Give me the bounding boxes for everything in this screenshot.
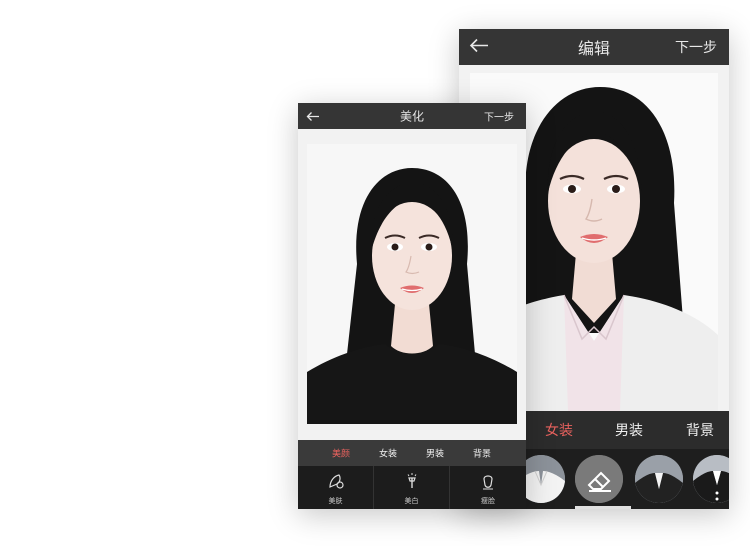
tool-whitening[interactable]: 美白 (374, 466, 450, 509)
beautify-tool-bar: 美肤 美白 瘦脸 (298, 466, 526, 509)
swatch-selection-indicator (575, 506, 631, 509)
face-slim-icon (483, 475, 493, 490)
tool-skin-smoothing[interactable]: 美肤 (298, 466, 374, 509)
tool-whitening-label: 美白 (404, 497, 419, 505)
tab-womens-wear[interactable]: 女装 (545, 420, 573, 440)
editor-topbar: 编辑 下一步 (459, 29, 729, 65)
tab-womens-wear[interactable]: 女装 (379, 447, 397, 460)
eraser-icon[interactable] (575, 455, 623, 503)
tab-background[interactable]: 背景 (686, 420, 714, 440)
skin-brush-icon (328, 474, 344, 489)
outfit-black-suit[interactable] (693, 455, 729, 503)
beautify-next-button[interactable]: 下一步 (484, 109, 514, 124)
whitening-wand-icon (407, 473, 416, 488)
tab-background[interactable]: 背景 (473, 447, 491, 460)
tab-mens-wear[interactable]: 男装 (615, 420, 643, 440)
editor-next-button[interactable]: 下一步 (675, 37, 717, 57)
tab-beauty[interactable]: 美颜 (332, 447, 350, 460)
tool-face-slimming[interactable]: 瘦脸 (450, 466, 526, 509)
beautify-screen: 美化 下一步 美颜 女装 男装 背景 美肤 美白 瘦脸 (298, 103, 526, 509)
tool-face-slimming-label: 瘦脸 (481, 497, 495, 505)
beautify-portrait-photo (307, 144, 517, 424)
beautify-tab-bar: 美颜 女装 男装 背景 (298, 440, 526, 466)
tool-skin-smoothing-label: 美肤 (328, 497, 343, 505)
beautify-topbar: 美化 下一步 (298, 103, 526, 129)
tab-mens-wear[interactable]: 男装 (426, 447, 444, 460)
outfit-white-shirt-black-jacket[interactable] (635, 455, 683, 503)
